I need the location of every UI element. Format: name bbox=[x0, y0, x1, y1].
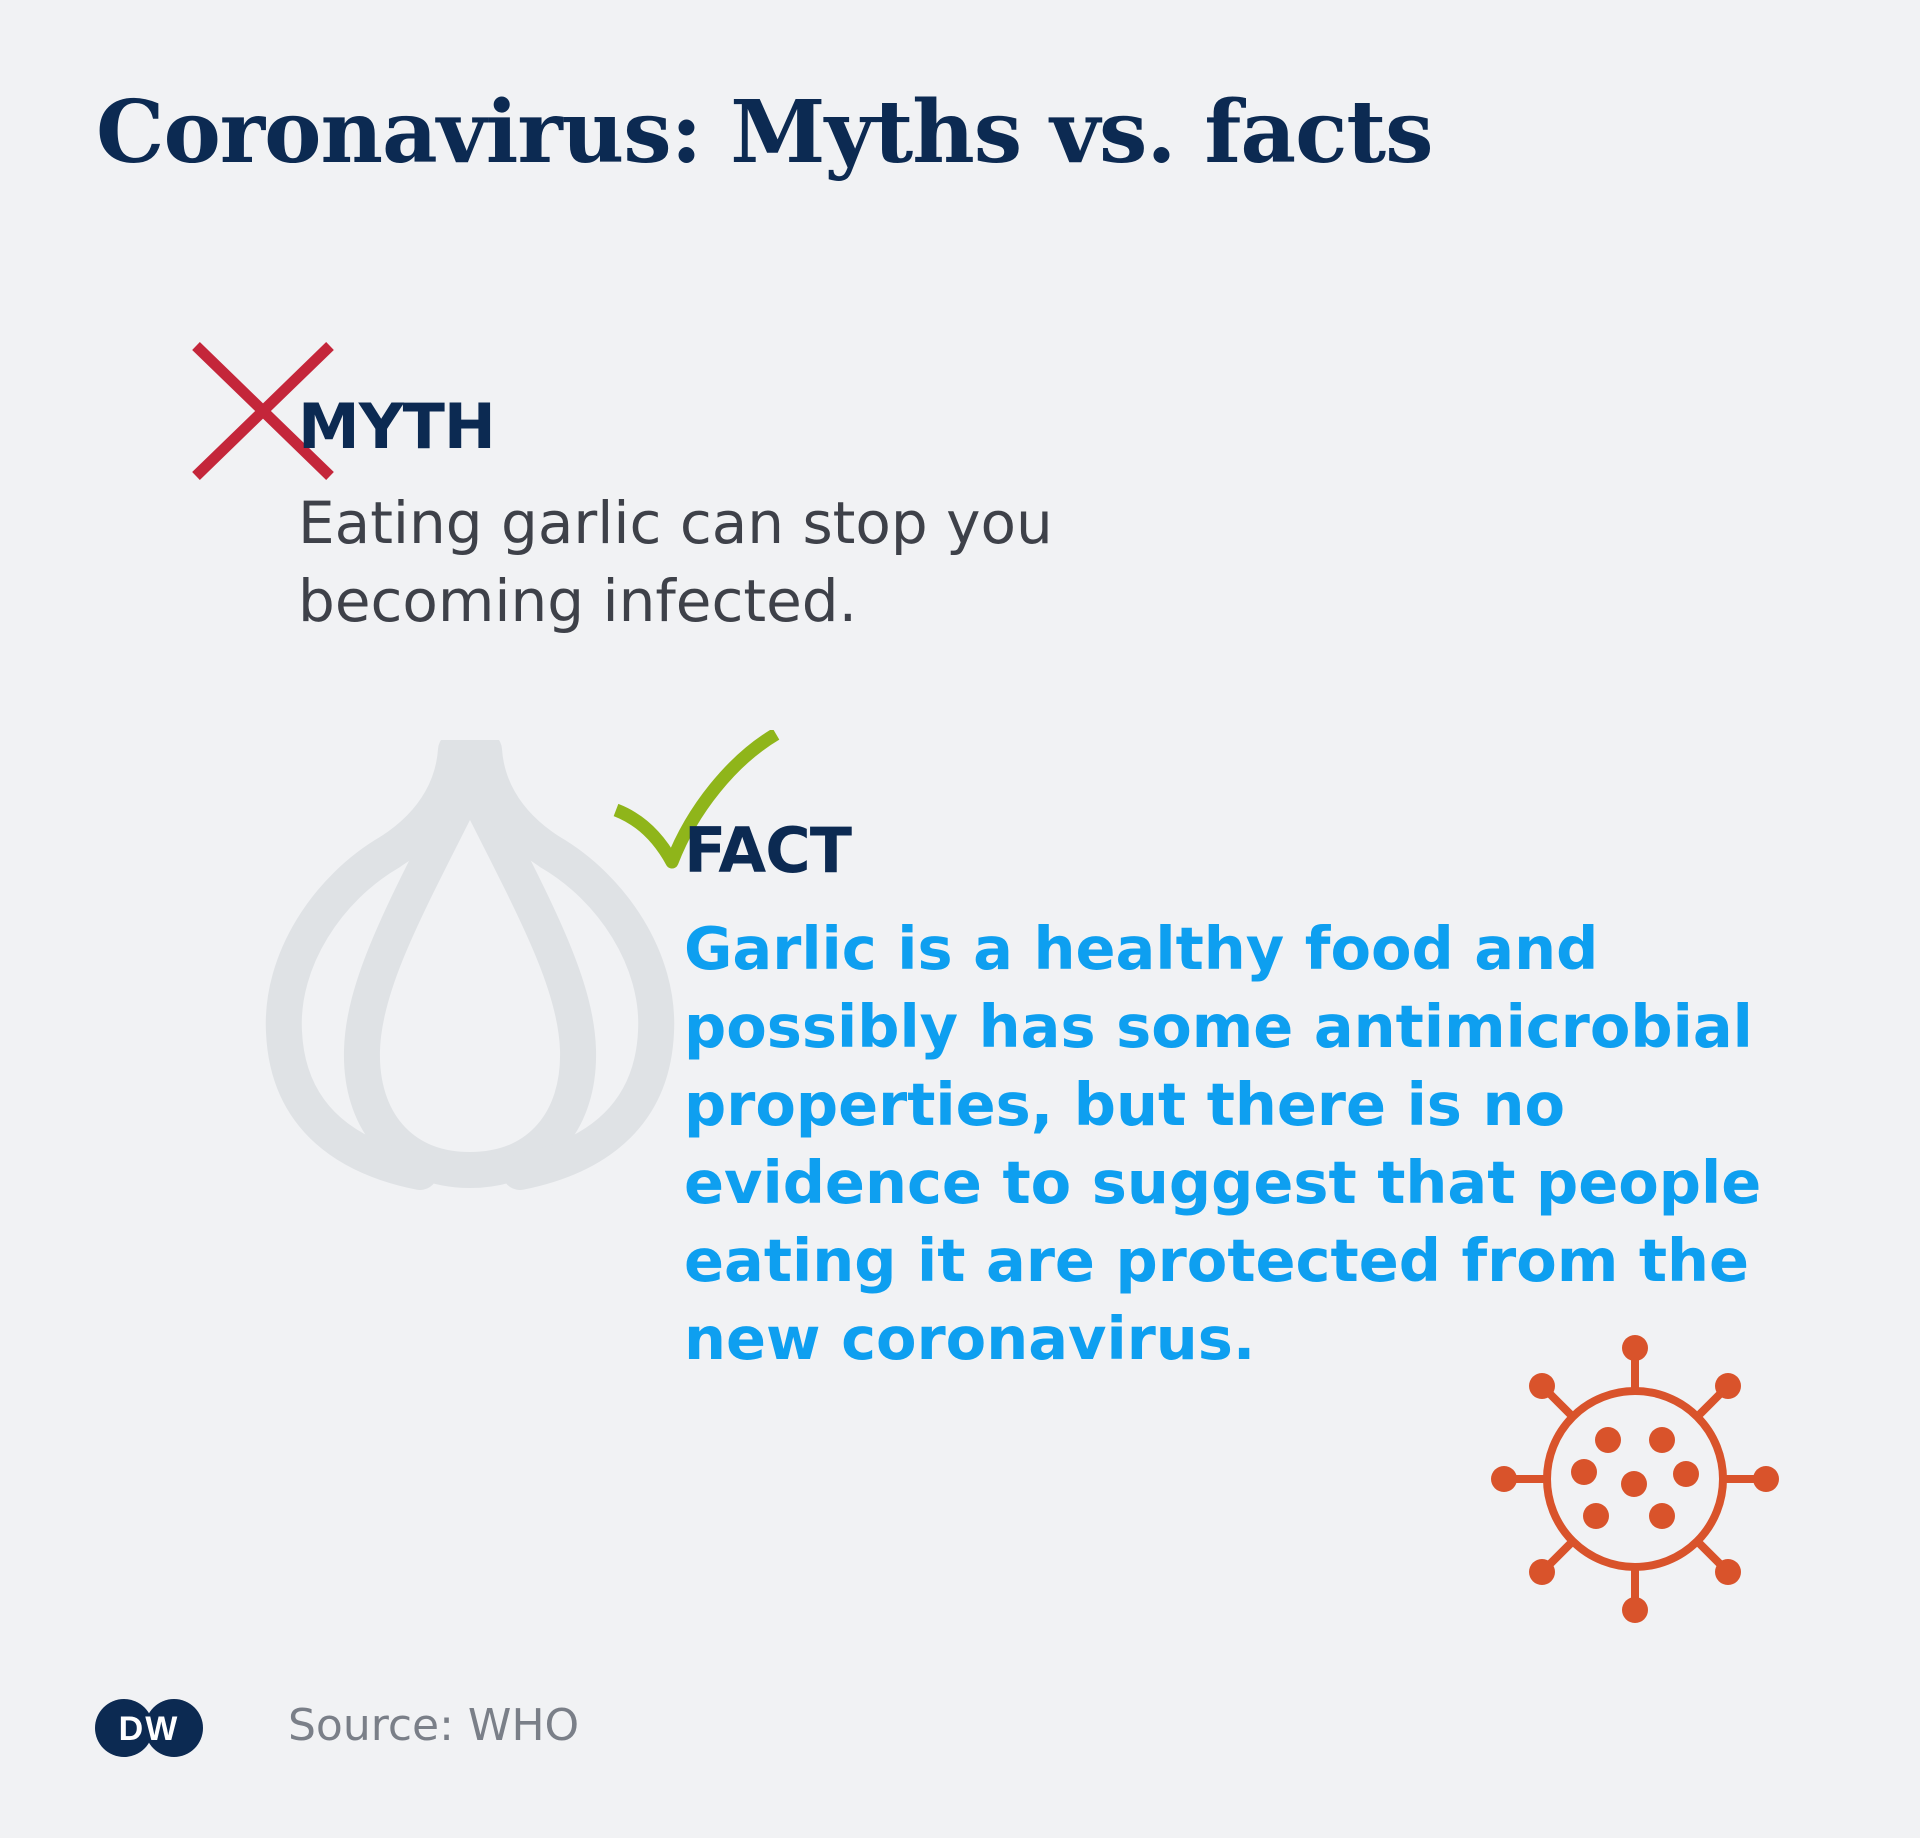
svg-text:DW: DW bbox=[119, 1710, 180, 1748]
fact-statement: Garlic is a healthy food and possibly ha… bbox=[684, 914, 1762, 1373]
fact-heading: FACT bbox=[684, 814, 852, 887]
myth-statement: Eating garlic can stop you becoming infe… bbox=[298, 489, 1053, 635]
myth-heading: MYTH bbox=[298, 390, 496, 463]
page-title: Coronavirus: Myths vs. facts bbox=[96, 82, 1434, 183]
source-note: Source: WHO bbox=[288, 1700, 580, 1751]
dw-logo: DW bbox=[95, 1699, 203, 1757]
virus-icon bbox=[1491, 1335, 1779, 1623]
